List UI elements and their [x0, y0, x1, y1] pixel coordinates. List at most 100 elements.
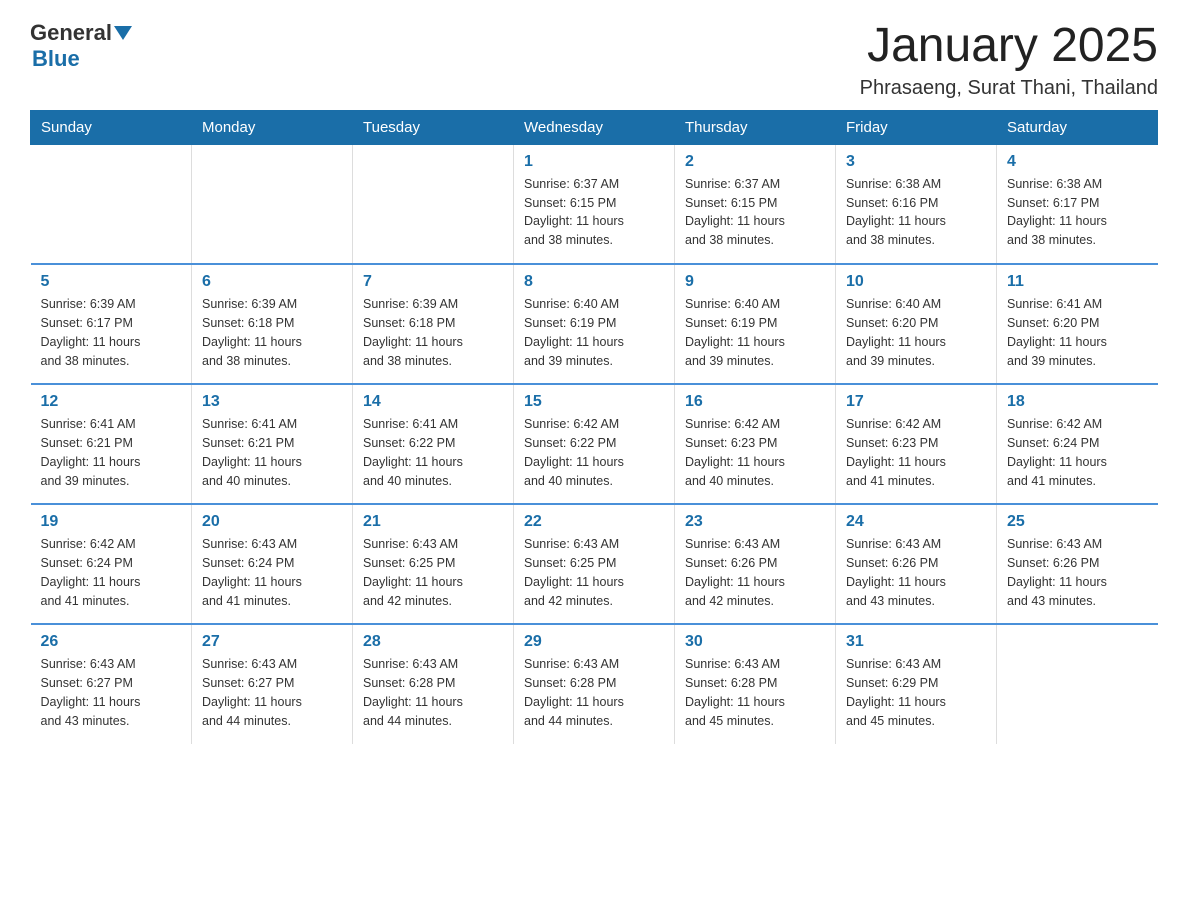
- day-info: Sunrise: 6:40 AM Sunset: 6:19 PM Dayligh…: [524, 295, 664, 370]
- weekday-header-saturday: Saturday: [997, 110, 1158, 144]
- day-info: Sunrise: 6:40 AM Sunset: 6:19 PM Dayligh…: [685, 295, 825, 370]
- day-info: Sunrise: 6:38 AM Sunset: 6:16 PM Dayligh…: [846, 175, 986, 250]
- day-info: Sunrise: 6:41 AM Sunset: 6:22 PM Dayligh…: [363, 415, 503, 490]
- day-info: Sunrise: 6:43 AM Sunset: 6:29 PM Dayligh…: [846, 655, 986, 730]
- logo: General Blue: [30, 20, 132, 72]
- day-info: Sunrise: 6:39 AM Sunset: 6:17 PM Dayligh…: [41, 295, 182, 370]
- calendar-cell: [192, 144, 353, 264]
- calendar-cell: 5 Sunrise: 6:39 AM Sunset: 6:17 PM Daylig…: [31, 264, 192, 384]
- day-info: Sunrise: 6:42 AM Sunset: 6:24 PM Dayligh…: [41, 535, 182, 610]
- calendar-cell: 23Sunrise: 6:43 AM Sunset: 6:26 PM Dayli…: [675, 504, 836, 624]
- day-number: 28: [363, 633, 503, 651]
- weekday-header-thursday: Thursday: [675, 110, 836, 144]
- day-number: 26: [41, 633, 182, 651]
- day-info: Sunrise: 6:43 AM Sunset: 6:28 PM Dayligh…: [524, 655, 664, 730]
- calendar-cell: 28 Sunrise: 6:43 AM Sunset: 6:28 PM Dayli…: [353, 624, 514, 744]
- day-number: 25: [1007, 513, 1148, 531]
- day-number: 30: [685, 633, 825, 651]
- day-info: Sunrise: 6:37 AM Sunset: 6:15 PM Dayligh…: [524, 175, 664, 250]
- calendar-cell: [353, 144, 514, 264]
- calendar-cell: 17 Sunrise: 6:42 AM Sunset: 6:23 PM Dayli…: [836, 384, 997, 504]
- weekday-header-sunday: Sunday: [31, 110, 192, 144]
- day-number: 2: [685, 153, 825, 171]
- day-number: 19: [41, 513, 182, 531]
- calendar-cell: 26 Sunrise: 6:43 AM Sunset: 6:27 PM Dayli…: [31, 624, 192, 744]
- calendar-cell: 21 Sunrise: 6:43 AM Sunset: 6:25 PM Dayli…: [353, 504, 514, 624]
- day-number: 6: [202, 273, 342, 291]
- day-number: 8: [524, 273, 664, 291]
- calendar-cell: 14 Sunrise: 6:41 AM Sunset: 6:22 PM Dayli…: [353, 384, 514, 504]
- day-number: 9: [685, 273, 825, 291]
- calendar-week-row: 26 Sunrise: 6:43 AM Sunset: 6:27 PM Dayli…: [31, 624, 1158, 744]
- day-number: 5: [41, 273, 182, 291]
- title-block: January 2025 Phrasaeng, Surat Thani, Tha…: [860, 20, 1158, 100]
- calendar-cell: 10Sunrise: 6:40 AM Sunset: 6:20 PM Dayli…: [836, 264, 997, 384]
- calendar-week-row: 1 Sunrise: 6:37 AM Sunset: 6:15 PM Daylig…: [31, 144, 1158, 264]
- day-number: 4: [1007, 153, 1148, 171]
- weekday-header-wednesday: Wednesday: [514, 110, 675, 144]
- weekday-header-monday: Monday: [192, 110, 353, 144]
- day-number: 15: [524, 393, 664, 411]
- calendar-cell: 11Sunrise: 6:41 AM Sunset: 6:20 PM Dayli…: [997, 264, 1158, 384]
- day-number: 1: [524, 153, 664, 171]
- calendar-cell: 12Sunrise: 6:41 AM Sunset: 6:21 PM Dayli…: [31, 384, 192, 504]
- calendar-cell: 18 Sunrise: 6:42 AM Sunset: 6:24 PM Dayli…: [997, 384, 1158, 504]
- calendar-cell: 30 Sunrise: 6:43 AM Sunset: 6:28 PM Dayli…: [675, 624, 836, 744]
- calendar-subtitle: Phrasaeng, Surat Thani, Thailand: [860, 77, 1158, 100]
- day-number: 12: [41, 393, 182, 411]
- day-info: Sunrise: 6:42 AM Sunset: 6:22 PM Dayligh…: [524, 415, 664, 490]
- day-number: 27: [202, 633, 342, 651]
- day-number: 16: [685, 393, 825, 411]
- day-info: Sunrise: 6:38 AM Sunset: 6:17 PM Dayligh…: [1007, 175, 1148, 250]
- calendar-cell: 8 Sunrise: 6:40 AM Sunset: 6:19 PM Daylig…: [514, 264, 675, 384]
- logo-blue-text: Blue: [32, 46, 80, 72]
- calendar-cell: 20Sunrise: 6:43 AM Sunset: 6:24 PM Dayli…: [192, 504, 353, 624]
- day-number: 31: [846, 633, 986, 651]
- weekday-header-friday: Friday: [836, 110, 997, 144]
- day-number: 22: [524, 513, 664, 531]
- day-info: Sunrise: 6:43 AM Sunset: 6:28 PM Dayligh…: [363, 655, 503, 730]
- logo-arrow-icon: [114, 26, 132, 40]
- calendar-cell: 3Sunrise: 6:38 AM Sunset: 6:16 PM Daylig…: [836, 144, 997, 264]
- calendar-cell: 7Sunrise: 6:39 AM Sunset: 6:18 PM Daylig…: [353, 264, 514, 384]
- day-info: Sunrise: 6:41 AM Sunset: 6:20 PM Dayligh…: [1007, 295, 1148, 370]
- day-info: Sunrise: 6:39 AM Sunset: 6:18 PM Dayligh…: [363, 295, 503, 370]
- calendar-cell: 1 Sunrise: 6:37 AM Sunset: 6:15 PM Daylig…: [514, 144, 675, 264]
- day-number: 24: [846, 513, 986, 531]
- day-number: 20: [202, 513, 342, 531]
- calendar-table: SundayMondayTuesdayWednesdayThursdayFrid…: [30, 110, 1158, 745]
- calendar-body: 1 Sunrise: 6:37 AM Sunset: 6:15 PM Daylig…: [31, 144, 1158, 744]
- day-info: Sunrise: 6:43 AM Sunset: 6:27 PM Dayligh…: [41, 655, 182, 730]
- calendar-cell: 31 Sunrise: 6:43 AM Sunset: 6:29 PM Dayli…: [836, 624, 997, 744]
- day-info: Sunrise: 6:43 AM Sunset: 6:28 PM Dayligh…: [685, 655, 825, 730]
- calendar-cell: 22 Sunrise: 6:43 AM Sunset: 6:25 PM Dayli…: [514, 504, 675, 624]
- day-info: Sunrise: 6:43 AM Sunset: 6:25 PM Dayligh…: [363, 535, 503, 610]
- calendar-cell: 13Sunrise: 6:41 AM Sunset: 6:21 PM Dayli…: [192, 384, 353, 504]
- calendar-cell: 2 Sunrise: 6:37 AM Sunset: 6:15 PM Daylig…: [675, 144, 836, 264]
- day-info: Sunrise: 6:42 AM Sunset: 6:23 PM Dayligh…: [846, 415, 986, 490]
- calendar-cell: 25Sunrise: 6:43 AM Sunset: 6:26 PM Dayli…: [997, 504, 1158, 624]
- day-info: Sunrise: 6:43 AM Sunset: 6:25 PM Dayligh…: [524, 535, 664, 610]
- day-number: 23: [685, 513, 825, 531]
- calendar-cell: 27Sunrise: 6:43 AM Sunset: 6:27 PM Dayli…: [192, 624, 353, 744]
- calendar-week-row: 12 Sunrise: 6:41 AM Sunset: 6:21 PM Dayli…: [31, 384, 1158, 504]
- day-info: Sunrise: 6:41 AM Sunset: 6:21 PM Dayligh…: [202, 415, 342, 490]
- day-info: Sunrise: 6:43 AM Sunset: 6:26 PM Dayligh…: [846, 535, 986, 610]
- day-number: 14: [363, 393, 503, 411]
- calendar-header: SundayMondayTuesdayWednesdayThursdayFrid…: [31, 110, 1158, 144]
- weekday-header-tuesday: Tuesday: [353, 110, 514, 144]
- day-info: Sunrise: 6:42 AM Sunset: 6:23 PM Dayligh…: [685, 415, 825, 490]
- day-number: 21: [363, 513, 503, 531]
- calendar-week-row: 5 Sunrise: 6:39 AM Sunset: 6:17 PM Daylig…: [31, 264, 1158, 384]
- calendar-title: January 2025: [860, 20, 1158, 73]
- calendar-cell: 19 Sunrise: 6:42 AM Sunset: 6:24 PM Dayli…: [31, 504, 192, 624]
- weekday-header-row: SundayMondayTuesdayWednesdayThursdayFrid…: [31, 110, 1158, 144]
- day-info: Sunrise: 6:39 AM Sunset: 6:18 PM Dayligh…: [202, 295, 342, 370]
- day-info: Sunrise: 6:40 AM Sunset: 6:20 PM Dayligh…: [846, 295, 986, 370]
- calendar-week-row: 19 Sunrise: 6:42 AM Sunset: 6:24 PM Dayli…: [31, 504, 1158, 624]
- page-header: General Blue January 2025 Phrasaeng, Sur…: [30, 20, 1158, 100]
- day-number: 18: [1007, 393, 1148, 411]
- day-number: 17: [846, 393, 986, 411]
- day-info: Sunrise: 6:37 AM Sunset: 6:15 PM Dayligh…: [685, 175, 825, 250]
- day-info: Sunrise: 6:42 AM Sunset: 6:24 PM Dayligh…: [1007, 415, 1148, 490]
